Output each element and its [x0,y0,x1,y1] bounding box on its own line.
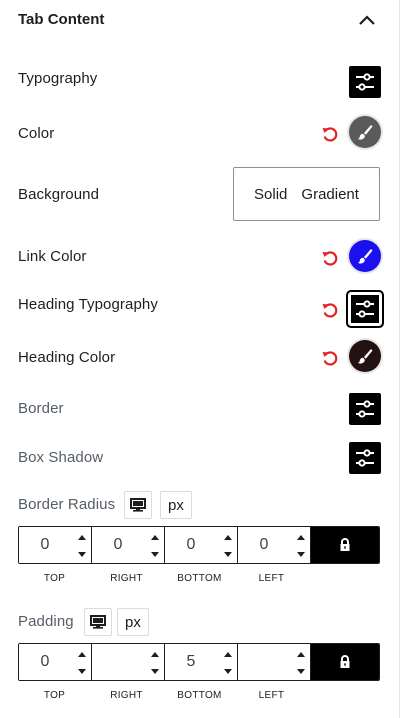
heading-typography-label: Heading Typography [18,296,158,313]
dimension-label-left: LEFT [258,690,285,701]
border-radius-unit-button[interactable]: px [160,491,192,519]
lock-icon [340,538,350,551]
spinner-arrows-icon[interactable] [223,650,233,676]
border-radius-link-button[interactable] [311,527,379,563]
dimension-label-top: TOP [43,690,66,701]
box-shadow-settings-button[interactable] [349,442,381,474]
dimension-label-right: RIGHT [110,690,143,701]
tab-content-panel: Tab Content Typography Color Background … [0,0,400,718]
sliders-icon [356,400,374,418]
border-radius-inputs: 0 0 0 0 [18,526,380,564]
spinner-arrows-icon[interactable] [296,533,306,559]
color-swatch[interactable] [349,116,381,148]
lock-icon [340,655,350,668]
spinner-arrows-icon[interactable] [150,650,160,676]
padding-dimension-labels: TOP RIGHT BOTTOM LEFT [18,690,308,704]
spinner-arrows-icon[interactable] [150,533,160,559]
border-radius-bottom-input[interactable]: 0 [165,527,238,563]
chevron-up-icon[interactable] [357,11,377,29]
sliders-icon [356,449,374,467]
sliders-icon [356,73,374,91]
reset-icon[interactable] [320,124,340,144]
padding-device-button[interactable] [84,608,112,636]
border-label: Border [18,400,64,417]
spinner-arrows-icon[interactable] [77,650,87,676]
brush-icon [357,249,373,264]
spinner-arrows-icon[interactable] [77,533,87,559]
link-color-label: Link Color [18,248,87,265]
border-radius-left-value[interactable]: 0 [238,527,290,563]
link-color-swatch[interactable] [349,240,381,272]
padding-top-value[interactable]: 0 [19,644,71,680]
spinner-arrows-icon[interactable] [223,533,233,559]
padding-left-input[interactable] [238,644,311,680]
border-radius-right-value[interactable]: 0 [92,527,144,563]
dimension-label-bottom: BOTTOM [177,690,222,701]
dimension-label-right: RIGHT [110,573,143,584]
border-radius-dimension-labels: TOP RIGHT BOTTOM LEFT [18,573,308,587]
padding-left-value[interactable] [238,644,290,680]
reset-icon[interactable] [320,300,340,320]
typography-label: Typography [18,70,98,87]
border-radius-bottom-value[interactable]: 0 [165,527,217,563]
padding-bottom-value[interactable]: 5 [165,644,217,680]
dimension-label-left: LEFT [258,573,285,584]
padding-link-button[interactable] [311,644,379,680]
background-solid-option[interactable]: Solid [254,186,287,203]
border-radius-top-value[interactable]: 0 [19,527,71,563]
heading-color-swatch[interactable] [349,340,381,372]
brush-icon [357,349,373,364]
reset-icon[interactable] [320,348,340,368]
background-type-toggle: Solid Gradient [233,167,380,221]
padding-right-input[interactable] [92,644,165,680]
heading-color-label: Heading Color [18,349,116,366]
reset-icon[interactable] [320,248,340,268]
box-shadow-label: Box Shadow [18,449,104,466]
border-radius-device-button[interactable] [124,491,152,519]
dimension-label-bottom: BOTTOM [177,573,222,584]
typography-settings-button[interactable] [349,66,381,98]
desktop-icon [90,615,106,629]
padding-inputs: 0 5 [18,643,380,681]
dimension-label-top: TOP [43,573,66,584]
heading-typography-settings-button[interactable] [346,290,384,328]
sliders-icon [356,300,374,318]
padding-bottom-input[interactable]: 5 [165,644,238,680]
panel-header[interactable]: Tab Content [0,0,399,40]
background-gradient-option[interactable]: Gradient [301,186,359,203]
padding-right-value[interactable] [92,644,144,680]
border-radius-top-input[interactable]: 0 [19,527,92,563]
panel-title: Tab Content [18,11,105,28]
color-label: Color [18,125,55,142]
background-label: Background [18,186,100,203]
spinner-arrows-icon[interactable] [296,650,306,676]
border-settings-button[interactable] [349,393,381,425]
border-radius-label: Border Radius [18,496,116,513]
padding-label: Padding [18,613,74,630]
border-radius-left-input[interactable]: 0 [238,527,311,563]
desktop-icon [130,498,146,512]
border-radius-right-input[interactable]: 0 [92,527,165,563]
padding-unit-button[interactable]: px [117,608,149,636]
padding-top-input[interactable]: 0 [19,644,92,680]
brush-icon [357,125,373,140]
